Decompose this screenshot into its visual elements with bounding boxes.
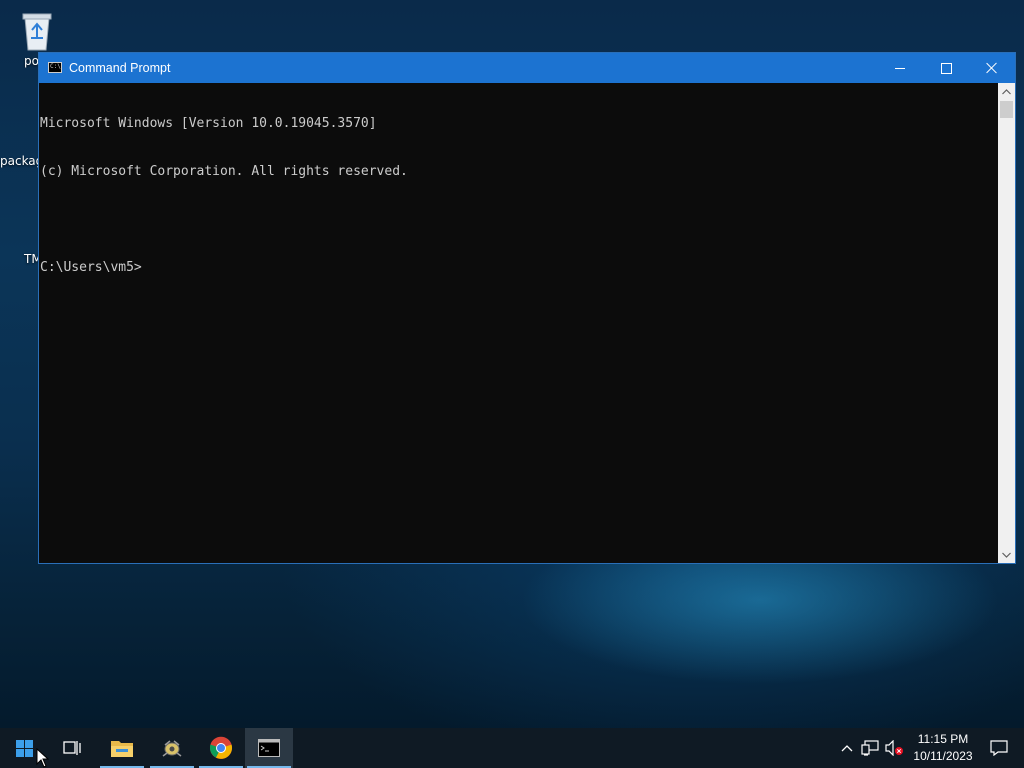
clock-date: 10/11/2023 — [913, 749, 973, 763]
network-button[interactable] — [858, 728, 882, 768]
maximize-button[interactable] — [923, 53, 969, 83]
console-line: (c) Microsoft Corporation. All rights re… — [40, 164, 408, 179]
chevron-up-icon — [1002, 88, 1011, 94]
windows-logo-icon — [15, 739, 33, 757]
recycle-bin-icon — [17, 8, 57, 52]
network-icon — [861, 740, 879, 756]
system-tray: 11:15 PM 10/11/2023 — [804, 728, 1024, 768]
taskbar: 11:15 PM 10/11/2023 — [0, 728, 1024, 768]
taskbar-chrome[interactable] — [197, 728, 245, 768]
window-titlebar[interactable]: C:\ Command Prompt — [39, 53, 1015, 83]
notification-icon — [990, 740, 1008, 756]
volume-muted-icon — [885, 740, 903, 756]
chevron-down-icon — [1002, 552, 1011, 558]
clock-button[interactable]: 11:15 PM 10/11/2023 — [908, 728, 978, 768]
maximize-icon — [940, 62, 952, 74]
chevron-up-icon — [841, 745, 853, 752]
desktop: po packag TM C:\ Command Prompt Microsof… — [0, 0, 1024, 728]
task-view-icon — [63, 741, 81, 755]
taskbar-app[interactable] — [148, 728, 196, 768]
scroll-down-button[interactable] — [998, 546, 1015, 563]
scroll-up-button[interactable] — [998, 83, 1015, 100]
folder-icon — [111, 741, 133, 757]
cmd-icon: C:\ — [48, 62, 62, 73]
app-icon — [162, 740, 182, 757]
volume-button[interactable] — [882, 728, 906, 768]
cmd-icon — [258, 739, 280, 757]
command-prompt-line[interactable]: C:\Users\vm5> — [40, 260, 999, 276]
minimize-icon — [895, 67, 905, 69]
console-output[interactable]: Microsoft Windows [Version 10.0.19045.35… — [39, 83, 999, 563]
console-line: Microsoft Windows [Version 10.0.19045.35… — [40, 116, 377, 131]
close-icon — [986, 62, 998, 74]
scroll-thumb[interactable] — [1000, 101, 1013, 118]
close-button[interactable] — [969, 53, 1015, 83]
vertical-scrollbar[interactable] — [998, 83, 1015, 563]
taskbar-command-prompt[interactable] — [245, 728, 293, 768]
mouse-cursor-icon — [36, 748, 50, 768]
minimize-button[interactable] — [877, 53, 923, 83]
taskbar-file-explorer[interactable] — [98, 728, 146, 768]
task-view-button[interactable] — [48, 728, 96, 768]
chrome-icon — [209, 736, 233, 759]
action-center-button[interactable] — [982, 728, 1016, 768]
show-hidden-icons-button[interactable] — [836, 728, 858, 768]
command-prompt-window[interactable]: C:\ Command Prompt Microsoft Windows [Ve… — [38, 52, 1016, 564]
clock-time: 11:15 PM — [917, 732, 969, 746]
window-title: Command Prompt — [69, 61, 171, 75]
